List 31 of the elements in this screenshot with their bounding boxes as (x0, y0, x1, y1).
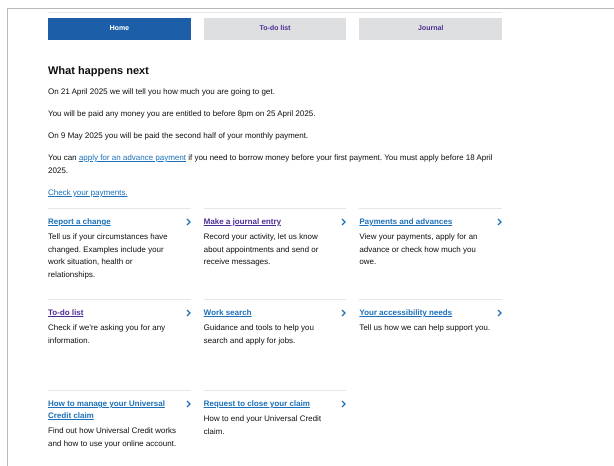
chevron-right-icon (341, 309, 346, 317)
card-description: Guidance and tools to help you search and apply for jobs. (204, 322, 315, 347)
body-text: On 21 April 2025 we will tell you how much you are going to get. (48, 86, 276, 98)
card-link[interactable]: Report a change (48, 216, 111, 228)
chevron-right-icon (341, 400, 346, 408)
card-link[interactable]: Make a journal entry (204, 216, 282, 228)
card-description: Check if we're asking you for any information. (48, 322, 166, 346)
card-description: Tell us how we can help support you. (359, 322, 492, 334)
card-link[interactable]: To-do list (48, 307, 84, 319)
text-link[interactable]: Check your payments. (48, 188, 128, 197)
body-text: On 9 May 2025 you will be paid the second half of your monthly payment. (48, 130, 310, 142)
chevron-right-icon (186, 400, 191, 408)
card-link[interactable]: Your accessibility needs (359, 307, 452, 319)
body-text: You can apply for an advance payment if you need to borrow money before your first payment. You must apply before 18 April 2025. (48, 152, 494, 177)
card-link[interactable]: Work search (204, 307, 252, 319)
card-link[interactable]: Payments and advances (359, 216, 452, 228)
card-description: How to end your Universal Credit claim. (204, 413, 322, 438)
card-description: Find out how Universal Credit works and how to use your online account. (48, 425, 178, 450)
card-description: View your payments, apply for an advance or check how much you owe. (359, 231, 478, 268)
chevron-right-icon (497, 309, 502, 317)
section-heading: What happens next (48, 64, 150, 78)
card-description: Record your activity, let us know about appointments and send or receive messages. (204, 231, 320, 268)
card-link[interactable]: Request to close your claim (204, 398, 310, 410)
body-text: You will be paid any money you are entitled to before 8pm on 25 April 2025. (48, 108, 316, 120)
card-description: Tell us if your circumstances have changed. Examples include your work situation, health or relationships. (48, 231, 169, 281)
chevron-right-icon (186, 218, 191, 226)
card-link[interactable]: How to manage your Universal Credit claim (48, 398, 180, 422)
chevron-right-icon (186, 309, 191, 317)
text-link[interactable]: apply for an advance payment (78, 153, 186, 162)
chevron-right-icon (497, 218, 502, 226)
chevron-right-icon (341, 218, 346, 226)
